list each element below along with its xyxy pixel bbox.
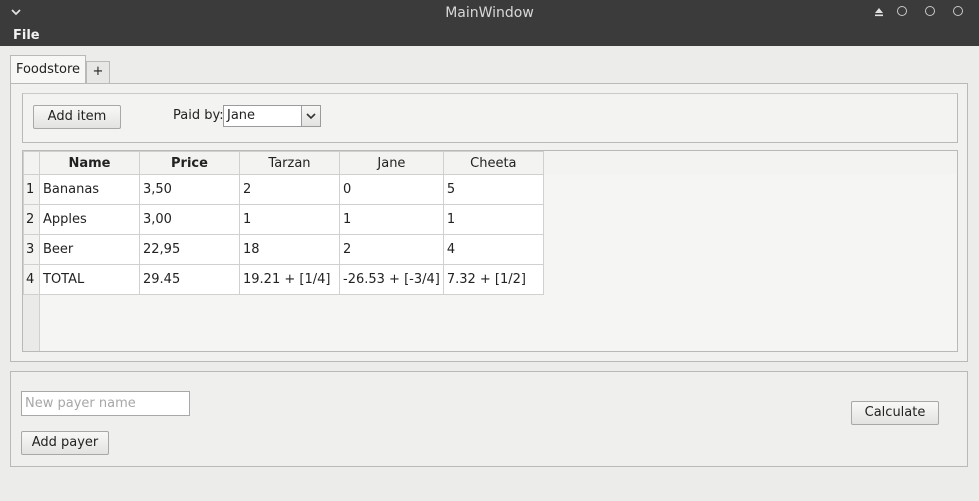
toolbar-group: Add item Paid by: Jane [22,93,958,143]
cell-name[interactable]: Beer [39,234,140,265]
row-number[interactable]: 2 [23,204,40,235]
paid-by-value: Jane [227,108,256,123]
cell-jane[interactable]: 2 [339,234,444,265]
table-row[interactable]: 2 Apples 3,00 1 1 1 [23,204,544,235]
cell-jane[interactable]: 1 [339,204,444,235]
row-number[interactable]: 1 [23,174,40,205]
tab-foodstore[interactable]: Foodstore [10,55,86,84]
row-number[interactable]: 4 [23,264,40,295]
chevron-down-icon[interactable] [301,106,320,126]
row-number[interactable]: 3 [23,234,40,265]
column-header-cheeta[interactable]: Cheeta [442,151,544,175]
payer-panel: Add payer Calculate [10,371,968,467]
table-row[interactable]: 4 TOTAL 29.45 19.21 + [1/4] -26.53 + [-3… [23,264,544,295]
cell-cheeta[interactable]: 1 [442,204,544,235]
title-bar: MainWindow [0,0,979,26]
cell-jane[interactable]: 0 [339,174,444,205]
minimize-button[interactable] [897,6,907,16]
column-header-name[interactable]: Name [39,151,140,175]
menu-file[interactable]: File [13,28,40,43]
corner-cell[interactable] [23,151,40,175]
cell-price[interactable]: 3,50 [139,174,240,205]
add-item-button[interactable]: Add item [33,105,121,129]
cell-name[interactable]: TOTAL [39,264,140,295]
window-title: MainWindow [445,5,534,21]
calculate-button[interactable]: Calculate [851,401,939,425]
header-filler [540,151,957,174]
tab-pane-foodstore: Add item Paid by: Jane Name Price Tarzan… [10,83,968,362]
column-header-price[interactable]: Price [139,151,240,175]
cell-price[interactable]: 3,00 [139,204,240,235]
maximize-button[interactable] [925,6,935,16]
cell-jane[interactable]: -26.53 + [-3/4] [339,264,444,295]
add-payer-button[interactable]: Add payer [21,431,109,455]
paid-by-label: Paid by: [173,108,224,123]
new-payer-name-input[interactable] [21,391,190,416]
menu-bar: File [0,26,979,46]
cell-name[interactable]: Apples [39,204,140,235]
items-grid[interactable]: Name Price Tarzan Jane Cheeta 1 Bananas … [23,151,544,295]
eject-icon[interactable] [873,6,885,18]
add-tab-button[interactable]: + [86,61,110,83]
cell-name[interactable]: Bananas [39,174,140,205]
cell-tarzan[interactable]: 1 [239,204,340,235]
table-row[interactable]: 3 Beer 22,95 18 2 4 [23,234,544,265]
table-header-row: Name Price Tarzan Jane Cheeta [23,151,544,175]
cell-cheeta[interactable]: 7.32 + [1/2] [442,264,544,295]
cell-cheeta[interactable]: 4 [442,234,544,265]
cell-tarzan[interactable]: 2 [239,174,340,205]
close-button[interactable] [953,6,963,16]
column-header-jane[interactable]: Jane [339,151,444,175]
row-gutter [23,294,40,351]
cell-cheeta[interactable]: 5 [442,174,544,205]
table-row[interactable]: 1 Bananas 3,50 2 0 5 [23,174,544,205]
cell-price[interactable]: 22,95 [139,234,240,265]
paid-by-select[interactable]: Jane [223,105,321,127]
column-header-tarzan[interactable]: Tarzan [239,151,340,175]
cell-tarzan[interactable]: 18 [239,234,340,265]
cell-tarzan[interactable]: 19.21 + [1/4] [239,264,340,295]
items-table[interactable]: Name Price Tarzan Jane Cheeta 1 Bananas … [22,150,958,352]
cell-price[interactable]: 29.45 [139,264,240,295]
